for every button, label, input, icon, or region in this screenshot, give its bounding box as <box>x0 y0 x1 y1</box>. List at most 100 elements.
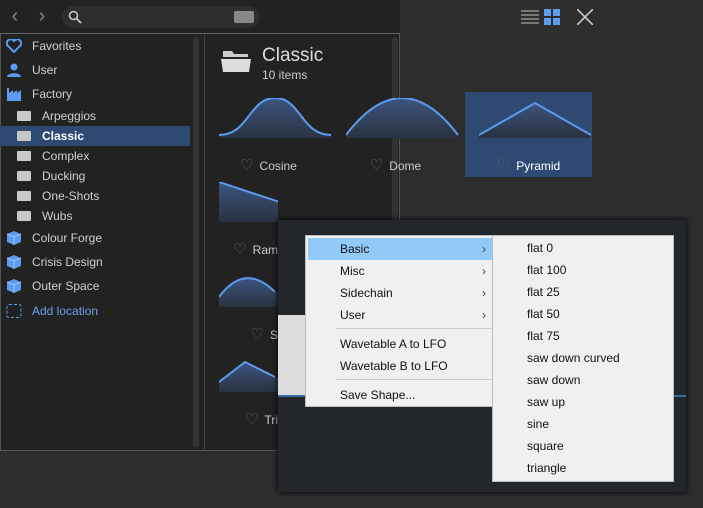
page-title: Classic <box>262 45 324 66</box>
favorite-heart-icon[interactable]: ♡ <box>497 157 510 174</box>
shape-label: Pyramid <box>516 159 561 173</box>
sidebar-item-factory[interactable]: Factory <box>0 84 190 104</box>
favorite-heart-icon[interactable]: ♡ <box>245 411 258 428</box>
favorite-heart-icon[interactable]: ♡ <box>251 326 264 343</box>
sidebar-item-label: Complex <box>42 149 90 163</box>
chevron-right-icon: › <box>482 264 486 278</box>
menu-separator <box>336 328 492 329</box>
menu-item-sidechain[interactable]: Sidechain › <box>308 282 492 304</box>
toolbar: ‹ › <box>0 0 593 34</box>
submenu-item[interactable]: flat 25 <box>527 281 560 303</box>
chevron-right-icon: › <box>482 242 486 256</box>
sidebar-item-complex[interactable]: Complex <box>0 146 190 166</box>
sidebar-item-label: Arpeggios <box>42 109 97 123</box>
sidebar-item-label: One-Shots <box>42 189 100 203</box>
submenu-item[interactable]: flat 100 <box>527 259 566 281</box>
factory-icon <box>7 88 21 101</box>
sidebar-item-label: User <box>32 63 58 77</box>
chevron-right-icon: › <box>482 286 486 300</box>
sidebar-item-colour-forge[interactable]: Colour Forge <box>0 228 190 248</box>
folder-icon <box>17 171 31 181</box>
user-icon <box>7 63 21 77</box>
package-icon <box>6 255 22 269</box>
sidebar-item-crisis-design[interactable]: Crisis Design <box>0 252 190 272</box>
search-icon <box>68 10 82 24</box>
sidebar-item-user[interactable]: User <box>0 60 190 80</box>
shape-label: Cosine <box>259 159 297 173</box>
menu-item-save-shape-[interactable]: Save Shape... <box>308 384 492 406</box>
waveform-preview <box>219 360 278 392</box>
sidebar-item-label: Colour Forge <box>32 231 103 245</box>
submenu-item[interactable]: flat 0 <box>527 237 553 259</box>
sidebar-item-classic[interactable]: Classic <box>0 126 190 146</box>
close-icon[interactable] <box>577 9 593 25</box>
menu-item-misc[interactable]: Misc › <box>308 260 492 282</box>
sidebar-item-arpeggios[interactable]: Arpeggios <box>0 106 190 126</box>
sidebar-item-label: Factory <box>32 87 73 101</box>
shape-thumbnail[interactable]: ♡ Pyramid <box>465 92 592 177</box>
folder-open-icon <box>17 131 31 141</box>
shape-thumbnail[interactable]: ♡ Dome <box>332 92 459 177</box>
context-menu: Basic › Misc › Sidechain › User › Wavetable A to… <box>305 235 493 407</box>
keyboard-icon[interactable] <box>234 11 254 23</box>
sidebar-item-label: Outer Space <box>32 279 100 293</box>
sidebar-item-add-location[interactable]: Add location <box>0 301 190 321</box>
waveform-preview <box>219 277 278 307</box>
menu-item-wavetable-a-to-lfo[interactable]: Wavetable A to LFO <box>308 333 492 355</box>
sidebar-item-ducking[interactable]: Ducking <box>0 166 190 186</box>
list-view-icon[interactable] <box>521 9 539 25</box>
basic-submenu: flat 0 flat 100 flat 25 flat 50 flat 75 saw d… <box>492 235 674 482</box>
submenu-item[interactable]: flat 50 <box>527 303 560 325</box>
favorite-heart-icon[interactable]: ♡ <box>240 157 253 174</box>
waveform-preview <box>346 98 459 138</box>
forward-button[interactable]: › <box>32 6 52 28</box>
menu-item-wavetable-b-to-lfo[interactable]: Wavetable B to LFO <box>308 355 492 377</box>
shape-label: Dome <box>389 159 422 173</box>
sidebar-item-outer-space[interactable]: Outer Space <box>0 276 190 296</box>
favorite-heart-icon[interactable]: ♡ <box>233 241 246 258</box>
shape-label: Tri <box>264 413 278 427</box>
menu-separator <box>336 379 492 380</box>
heart-icon <box>6 39 22 53</box>
chevron-right-icon: › <box>482 308 486 322</box>
favorite-heart-icon[interactable]: ♡ <box>370 157 383 174</box>
shape-label: S <box>269 328 278 342</box>
sidebar-scrollbar[interactable] <box>193 37 199 447</box>
shape-thumbnail[interactable]: ♡ S <box>205 261 278 346</box>
shape-thumbnail[interactable]: ♡ Cosine <box>205 92 332 177</box>
submenu-item[interactable]: saw down <box>527 369 580 391</box>
sidebar-item-label: Add location <box>32 304 99 318</box>
sidebar-item-favorites[interactable]: Favorites <box>0 36 190 56</box>
shape-thumbnail[interactable]: ♡ Ram <box>205 176 278 261</box>
folder-icon <box>17 111 31 121</box>
sidebar-item-label: Wubs <box>42 209 73 223</box>
folder-icon <box>17 151 31 161</box>
submenu-item[interactable]: saw down curved <box>527 347 620 369</box>
folder-icon <box>17 191 31 201</box>
submenu-item[interactable]: flat 75 <box>527 325 560 347</box>
back-button[interactable]: ‹ <box>5 6 25 28</box>
shape-thumbnail[interactable]: ♡ Tri <box>205 346 278 431</box>
search-input[interactable] <box>62 6 260 28</box>
menu-item-user[interactable]: User › <box>308 304 492 326</box>
sidebar-item-one-shots[interactable]: One-Shots <box>0 186 190 206</box>
submenu-item[interactable]: triangle <box>527 457 566 479</box>
waveform-preview <box>219 98 332 138</box>
waveform-preview <box>219 182 278 222</box>
item-count: 10 items <box>262 68 308 82</box>
grid-view-icon[interactable] <box>544 9 561 26</box>
shape-label: Ram <box>252 243 278 257</box>
folder-icon <box>17 211 31 221</box>
menu-item-basic[interactable]: Basic › <box>308 238 492 260</box>
sidebar-item-wubs[interactable]: Wubs <box>0 206 190 226</box>
folder-open-icon <box>221 51 251 72</box>
submenu-item[interactable]: square <box>527 435 564 457</box>
sidebar-item-label: Ducking <box>42 169 86 183</box>
add-location-icon <box>6 304 22 318</box>
submenu-item[interactable]: sine <box>527 413 549 435</box>
sidebar-item-label: Classic <box>42 129 85 143</box>
sidebar-item-label: Crisis Design <box>32 255 103 269</box>
package-icon <box>6 231 22 245</box>
submenu-item[interactable]: saw up <box>527 391 565 413</box>
package-icon <box>6 279 22 293</box>
